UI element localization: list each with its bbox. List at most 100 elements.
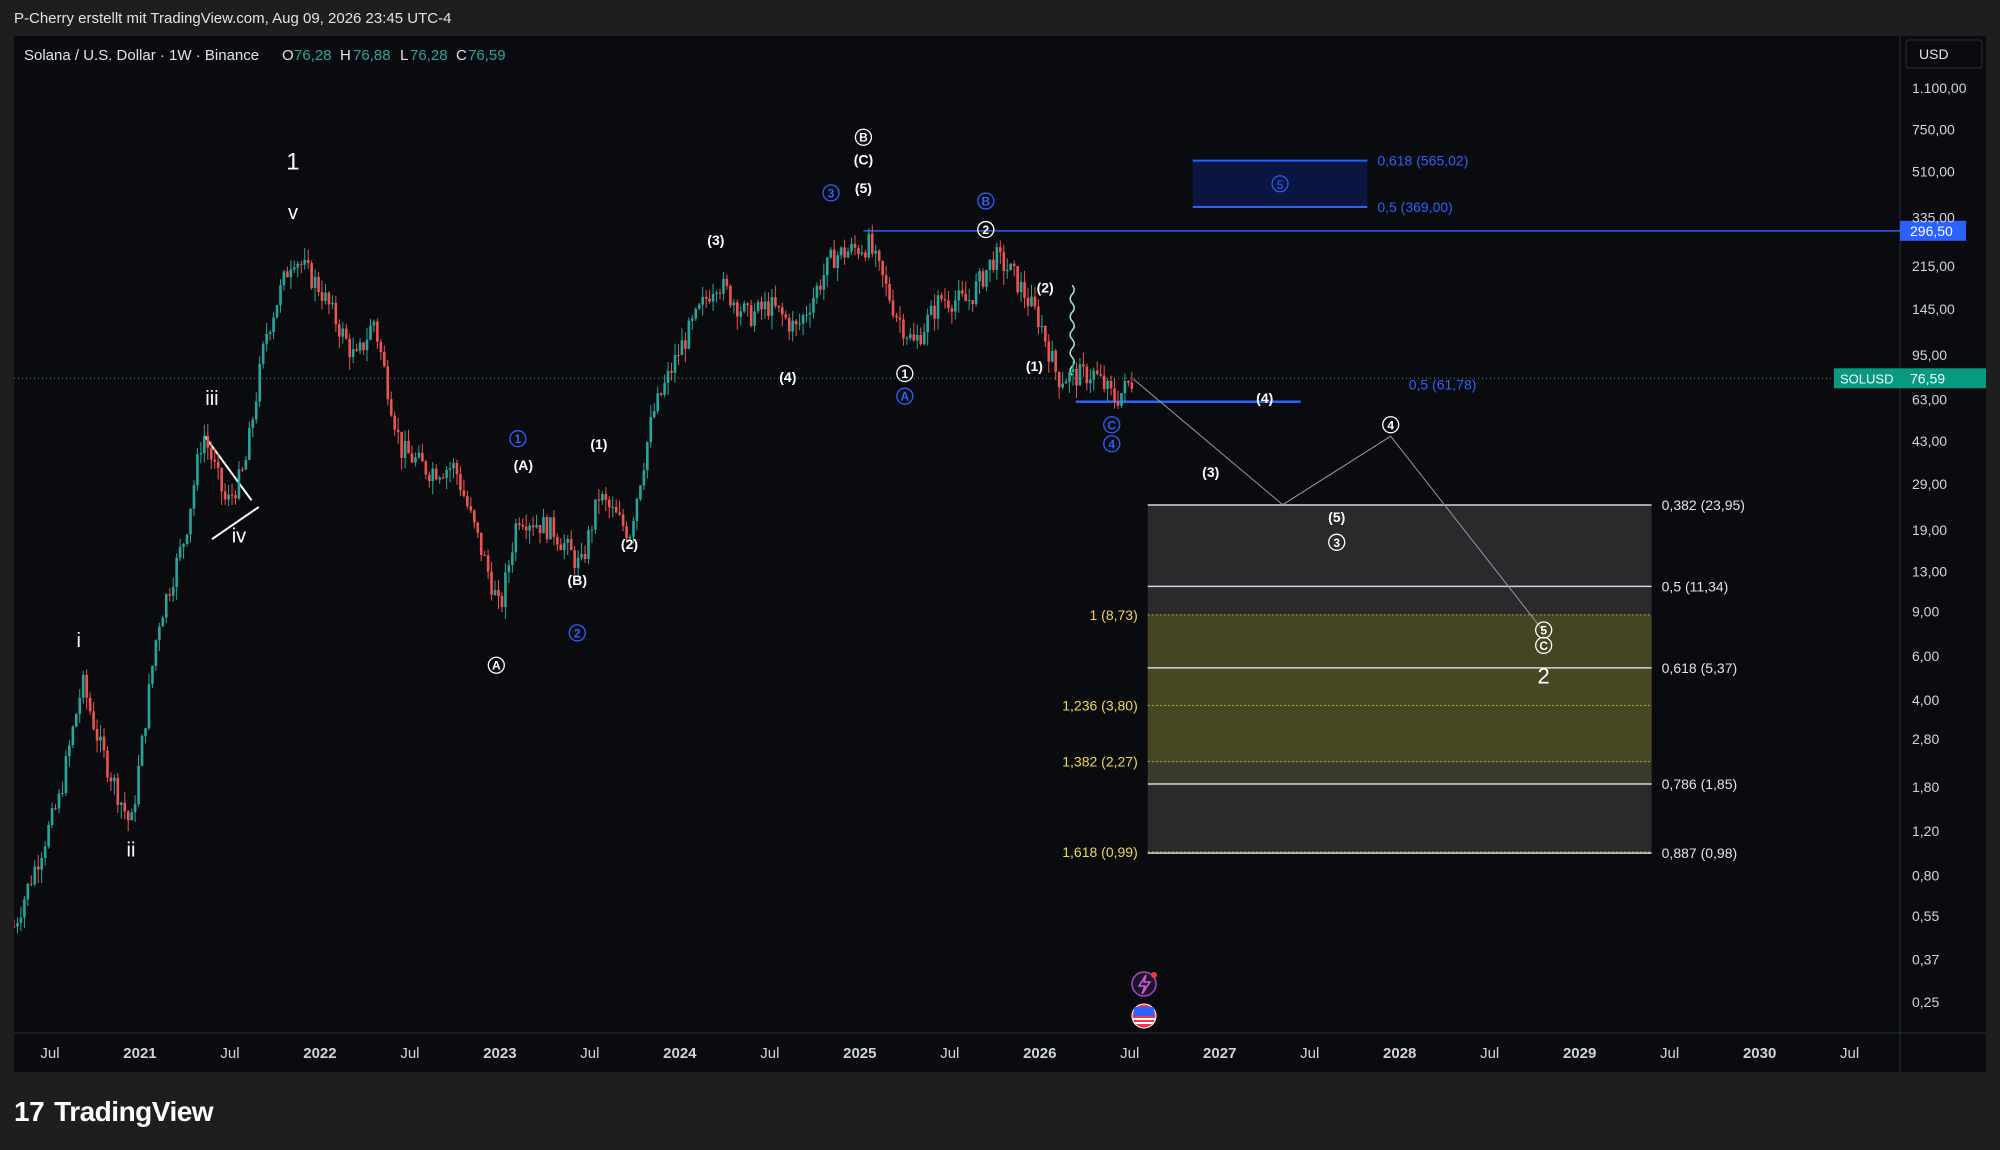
candle-body xyxy=(902,319,905,339)
candle-body xyxy=(1002,252,1006,272)
price-tick-label: 335,00 xyxy=(1912,210,1955,226)
symbol-legend[interactable]: Solana / U.S. Dollar · 1W · Binance O 76… xyxy=(24,47,506,64)
candle-body xyxy=(230,494,234,496)
candle-body xyxy=(552,517,556,537)
candle-body xyxy=(832,249,836,268)
candle-body xyxy=(1099,373,1102,376)
time-tick-label: Jul xyxy=(400,1045,419,1062)
wave-label: (1) xyxy=(1026,358,1043,374)
candle-body xyxy=(808,312,812,315)
candle-body xyxy=(106,750,109,778)
time-tick-label: 2027 xyxy=(1203,1045,1236,1062)
candle-body xyxy=(421,452,424,462)
candle-body xyxy=(742,303,746,312)
price-tick-label: 29,00 xyxy=(1912,476,1947,492)
candle-body xyxy=(19,917,23,924)
candle-body xyxy=(656,393,660,412)
candle-body xyxy=(493,589,497,595)
target-wave-label: 5 xyxy=(1277,178,1284,192)
candle-body xyxy=(289,269,293,278)
candle-body xyxy=(234,495,237,499)
price-tick-label: 0,80 xyxy=(1912,867,1939,883)
price-tick-label: 215,00 xyxy=(1912,258,1955,274)
price-chart[interactable]: 0,382 (23,95) 0,5 (11,34) 0,618 (5,37) 0,78… xyxy=(14,36,1986,1072)
brand-name: TradingView xyxy=(54,1096,214,1127)
candle-body xyxy=(770,297,774,316)
candle-body xyxy=(196,454,199,486)
candle-body xyxy=(684,340,687,349)
wave-circle-label: 3 xyxy=(1333,536,1340,550)
candle-body xyxy=(1040,326,1044,328)
candle-body xyxy=(576,557,580,569)
candle-body xyxy=(701,296,705,305)
candle-body xyxy=(992,259,995,270)
price-tick-label: 95,00 xyxy=(1912,347,1947,363)
candle-body xyxy=(365,339,369,351)
time-tick-label: Jul xyxy=(1660,1045,1679,1062)
candle-body xyxy=(909,334,912,339)
candle-body xyxy=(358,342,362,351)
candle-body xyxy=(241,469,244,471)
candle-body xyxy=(874,250,878,254)
candle-body xyxy=(466,496,469,507)
tradingview-brand[interactable]: 17 TradingView xyxy=(14,1092,214,1132)
candle-body xyxy=(462,490,466,497)
wave-circle-label: 3 xyxy=(828,186,835,200)
fib-band xyxy=(1147,783,1652,854)
candle-body xyxy=(216,461,220,469)
candle-body xyxy=(888,283,891,301)
candle-body xyxy=(275,305,279,318)
candle-body xyxy=(189,508,192,535)
axes: 1.100,00 750,00 510,00 335,00 215,00 145,00 95… xyxy=(40,80,1966,1062)
time-tick-label: Jul xyxy=(220,1045,239,1062)
candle-body xyxy=(331,302,334,305)
candle-body xyxy=(469,506,473,511)
candle-body xyxy=(351,349,355,358)
fib-extension-label: 1,382 (2,27) xyxy=(1062,754,1138,770)
candle-body xyxy=(881,261,884,276)
candle-body xyxy=(670,370,673,373)
wave-circle-label: 2 xyxy=(574,626,581,640)
candle-body xyxy=(455,462,459,475)
candle-body xyxy=(185,534,189,545)
candle-body xyxy=(877,250,881,262)
candle-body xyxy=(843,247,846,258)
candle-body xyxy=(601,494,604,501)
candle-body xyxy=(248,428,251,460)
candle-body xyxy=(1075,368,1078,386)
price-tick-label: 9,00 xyxy=(1912,604,1939,620)
candle-body xyxy=(459,474,462,491)
candle-body xyxy=(549,517,552,540)
chart-frame[interactable]: 0,382 (23,95) 0,5 (11,34) 0,618 (5,37) 0,78… xyxy=(14,36,1986,1072)
event-icons[interactable] xyxy=(1131,971,1157,1029)
drawing-lines[interactable]: 76,59SOLUSD296,500,5 (61,78)0,618 (565,0… xyxy=(14,153,1986,632)
candle-body xyxy=(825,257,829,276)
candle-body xyxy=(116,777,120,805)
candle-body xyxy=(922,332,926,345)
candle-body xyxy=(978,271,981,282)
candle-body xyxy=(573,550,576,569)
candle-body xyxy=(258,363,262,402)
candle-body xyxy=(23,899,26,918)
candle-body xyxy=(407,441,410,454)
candle-body xyxy=(798,323,801,325)
fib-level-label: 0,382 (23,95) xyxy=(1662,497,1745,513)
candle-body xyxy=(434,468,438,480)
price-tick-label: 0,25 xyxy=(1912,994,1939,1010)
wave-circle-label: C xyxy=(1107,418,1116,432)
candle-body xyxy=(272,317,275,333)
fibonacci-retracement[interactable]: 0,382 (23,95) 0,5 (11,34) 0,618 (5,37) 0,78… xyxy=(1062,497,1745,861)
candle-body xyxy=(784,314,788,318)
candle-body xyxy=(78,697,82,715)
candle-body xyxy=(1023,281,1026,298)
candle-body xyxy=(334,302,338,325)
candle-body xyxy=(220,468,223,492)
fib-level-label: 0,618 (5,37) xyxy=(1662,660,1738,676)
candle-body xyxy=(524,526,528,531)
candle-body xyxy=(490,571,493,595)
candle-body xyxy=(1109,380,1113,389)
candle-body xyxy=(497,589,500,597)
target-wave-number: 2 xyxy=(1538,664,1550,689)
candle-body xyxy=(303,259,307,265)
currency-selector[interactable]: USD xyxy=(1905,39,1983,69)
